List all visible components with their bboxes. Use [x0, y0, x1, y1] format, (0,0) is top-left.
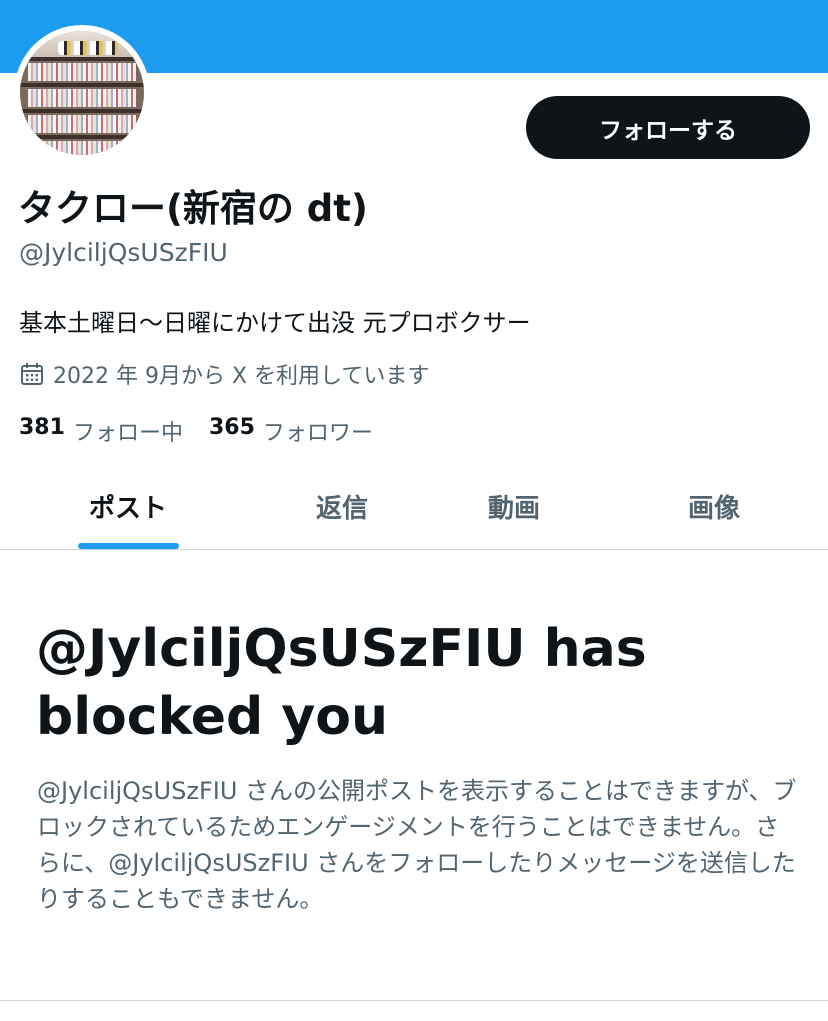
- active-tab-indicator: [78, 543, 179, 549]
- profile-page: フォローする タクロー(新宿の dt) @JylciljQsUSzFIU 基本土…: [0, 0, 828, 1021]
- blocked-description: @JylciljQsUSzFIU さんの公開ポストを表示することはできますが、ブ…: [37, 777, 797, 913]
- display-name: タクロー(新宿の dt): [18, 187, 368, 230]
- follow-stats: 381 フォロー中 365 フォロワー: [19, 415, 373, 447]
- blocked-title: @JylciljQsUSzFIU has blocked you: [36, 619, 647, 747]
- profile-bio: 基本土曜日〜日曜にかけて出没 元プロボクサー: [19, 309, 531, 337]
- profile-handle: @JylciljQsUSzFIU: [19, 238, 228, 267]
- followers-label: フォロワー: [262, 421, 373, 446]
- tab-posts[interactable]: ポスト: [54, 463, 202, 549]
- joined-date: 2022 年 9月から X を利用しています: [19, 358, 429, 390]
- following-link[interactable]: 381 フォロー中: [19, 415, 183, 447]
- profile-tabs: ポスト 返信 動画 画像: [0, 463, 828, 550]
- follow-button[interactable]: フォローする: [526, 96, 810, 159]
- tab-images[interactable]: 画像: [640, 463, 788, 549]
- tab-replies[interactable]: 返信: [268, 463, 416, 549]
- following-label: フォロー中: [72, 421, 183, 446]
- avatar-image: [20, 31, 144, 155]
- following-count: 381: [19, 415, 65, 440]
- followers-link[interactable]: 365 フォロワー: [209, 415, 373, 447]
- divider: [0, 1000, 828, 1001]
- joined-text: 2022 年 9月から X を利用しています: [53, 364, 430, 389]
- calendar-icon: [19, 361, 45, 387]
- tab-videos[interactable]: 動画: [440, 463, 588, 549]
- avatar[interactable]: [14, 25, 150, 161]
- followers-count: 365: [208, 415, 255, 440]
